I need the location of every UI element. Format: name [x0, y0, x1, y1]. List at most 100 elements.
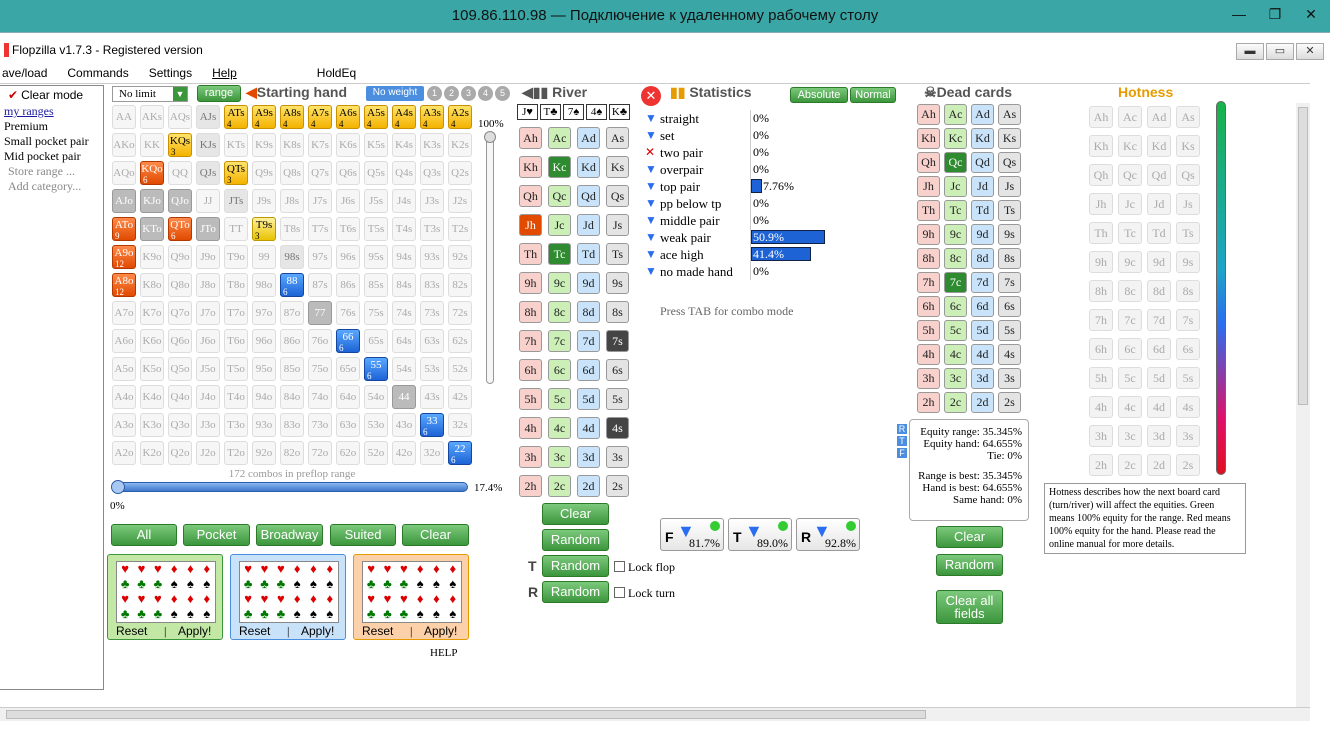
- board-card[interactable]: 8h: [519, 301, 542, 323]
- matrix-cell[interactable]: 98s: [280, 245, 304, 269]
- matrix-cell[interactable]: J6o: [196, 329, 220, 353]
- matrix-cell[interactable]: 54o: [364, 385, 388, 409]
- matrix-cell[interactable]: 65s: [364, 329, 388, 353]
- matrix-cell[interactable]: A6o: [112, 329, 136, 353]
- dead-card[interactable]: 9c: [944, 224, 967, 245]
- suit-selector-grid[interactable]: ♥ ♥ ♥ ♦ ♦ ♦ ♣ ♣ ♣ ♠ ♠ ♠ ♥ ♥ ♥ ♦ ♦ ♦ ♣ ♣ ♣ ♠ ♠ ♠: [116, 561, 216, 623]
- board-card[interactable]: Kh: [519, 156, 542, 178]
- board-card[interactable]: Qs: [606, 185, 629, 207]
- board-card[interactable]: Th: [519, 243, 542, 265]
- matrix-cell[interactable]: Q2o: [168, 441, 192, 465]
- filter-icon[interactable]: ▼: [645, 196, 657, 210]
- range-slider-thumb[interactable]: [111, 480, 125, 494]
- matrix-cell[interactable]: QQ: [168, 161, 192, 185]
- dead-card[interactable]: 5h: [917, 320, 940, 341]
- matrix-cell[interactable]: Q4o: [168, 385, 192, 409]
- board-card[interactable]: 7h: [519, 330, 542, 352]
- tab-flop[interactable]: F: [897, 448, 907, 458]
- dead-card[interactable]: 8c: [944, 248, 967, 269]
- matrix-cell[interactable]: 96s: [336, 245, 360, 269]
- matrix-cell[interactable]: Q7s: [308, 161, 332, 185]
- x-icon[interactable]: ✕: [645, 145, 655, 159]
- board-card[interactable]: 2h: [519, 475, 542, 497]
- matrix-cell[interactable]: 85s: [364, 273, 388, 297]
- matrix-cell[interactable]: JTo: [196, 217, 220, 241]
- board-card[interactable]: Js: [606, 214, 629, 236]
- board-card[interactable]: 6h: [519, 359, 542, 381]
- board-card[interactable]: 3d: [577, 446, 600, 468]
- broadway-button[interactable]: Broadway: [256, 524, 323, 546]
- board-card[interactable]: Ts: [606, 243, 629, 265]
- clear-mode[interactable]: ✔ Clear mode: [0, 86, 103, 104]
- dead-card[interactable]: 6s: [998, 296, 1021, 317]
- matrix-cell[interactable]: 76o: [308, 329, 332, 353]
- dead-card[interactable]: 4s: [998, 344, 1021, 365]
- matrix-cell[interactable]: 83s: [420, 273, 444, 297]
- dead-card[interactable]: Qs: [998, 152, 1021, 173]
- dead-card[interactable]: Kd: [971, 128, 994, 149]
- matrix-cell[interactable]: KJo: [140, 189, 164, 213]
- matrix-cell[interactable]: J3s: [420, 189, 444, 213]
- matrix-cell[interactable]: 93o: [252, 413, 276, 437]
- dead-card[interactable]: 2c: [944, 392, 967, 413]
- dead-card[interactable]: Ts: [998, 200, 1021, 221]
- dead-card[interactable]: 3c: [944, 368, 967, 389]
- vertical-scrollbar[interactable]: [1296, 103, 1310, 708]
- turn-random-button[interactable]: Random: [542, 555, 609, 577]
- dead-card[interactable]: Jc: [944, 176, 967, 197]
- matrix-cell[interactable]: Q8o: [168, 273, 192, 297]
- board-card[interactable]: Qd: [577, 185, 600, 207]
- matrix-cell[interactable]: 72s: [448, 301, 472, 325]
- matrix-cell[interactable]: AA: [112, 105, 136, 129]
- matrix-cell[interactable]: TT: [224, 217, 248, 241]
- dead-card[interactable]: Jh: [917, 176, 940, 197]
- matrix-cell[interactable]: KQo 6: [140, 161, 164, 185]
- matrix-cell[interactable]: K7o: [140, 301, 164, 325]
- matrix-cell[interactable]: T9o: [224, 245, 248, 269]
- matrix-cell[interactable]: 62o: [336, 441, 360, 465]
- board-card[interactable]: Jc: [548, 214, 571, 236]
- dead-card[interactable]: Kh: [917, 128, 940, 149]
- board-card[interactable]: Jh: [519, 214, 542, 236]
- matrix-cell[interactable]: KJs: [196, 133, 220, 157]
- matrix-cell[interactable]: AJs: [196, 105, 220, 129]
- suit-selector-grid[interactable]: ♥ ♥ ♥ ♦ ♦ ♦ ♣ ♣ ♣ ♠ ♠ ♠ ♥ ♥ ♥ ♦ ♦ ♦ ♣ ♣ ♣ ♠ ♠ ♠: [239, 561, 339, 623]
- matrix-cell[interactable]: 94o: [252, 385, 276, 409]
- matrix-cell[interactable]: Q3o: [168, 413, 192, 437]
- board-card[interactable]: 9c: [548, 272, 571, 294]
- weight-button[interactable]: 2: [444, 86, 459, 101]
- dead-card[interactable]: 3h: [917, 368, 940, 389]
- matrix-cell[interactable]: T8o: [224, 273, 248, 297]
- board-card[interactable]: 6s: [606, 359, 629, 381]
- flop-card[interactable]: J♥: [517, 104, 538, 120]
- weight-button[interactable]: 4: [478, 86, 493, 101]
- flop-card[interactable]: 4♠: [586, 104, 607, 120]
- matrix-cell[interactable]: J8o: [196, 273, 220, 297]
- dead-card[interactable]: Qc: [944, 152, 967, 173]
- matrix-cell[interactable]: K2o: [140, 441, 164, 465]
- board-card[interactable]: 8d: [577, 301, 600, 323]
- dead-card[interactable]: Ac: [944, 104, 967, 125]
- flop-card[interactable]: T♣: [540, 104, 561, 120]
- matrix-cell[interactable]: 42o: [392, 441, 416, 465]
- sidebar-category[interactable]: Mid pocket pair: [0, 149, 103, 164]
- matrix-cell[interactable]: 44: [392, 385, 416, 409]
- matrix-cell[interactable]: AQo: [112, 161, 136, 185]
- board-card[interactable]: 7s: [606, 330, 629, 352]
- matrix-cell[interactable]: 32s: [448, 413, 472, 437]
- matrix-cell[interactable]: K4s: [392, 133, 416, 157]
- sidebar-category[interactable]: Small pocket pair: [0, 134, 103, 149]
- dead-card[interactable]: As: [998, 104, 1021, 125]
- matrix-cell[interactable]: QJs: [196, 161, 220, 185]
- pocket-button[interactable]: Pocket: [183, 524, 250, 546]
- matrix-cell[interactable]: T9s 3: [252, 217, 276, 241]
- vertical-slider-thumb[interactable]: [484, 131, 496, 143]
- matrix-cell[interactable]: Q9s: [252, 161, 276, 185]
- matrix-cell[interactable]: QTs 3: [224, 161, 248, 185]
- dead-card[interactable]: 2h: [917, 392, 940, 413]
- dead-card[interactable]: 7s: [998, 272, 1021, 293]
- minimize-button[interactable]: ▬: [1236, 43, 1264, 60]
- board-card[interactable]: Kd: [577, 156, 600, 178]
- matrix-cell[interactable]: J3o: [196, 413, 220, 437]
- dead-card[interactable]: 7d: [971, 272, 994, 293]
